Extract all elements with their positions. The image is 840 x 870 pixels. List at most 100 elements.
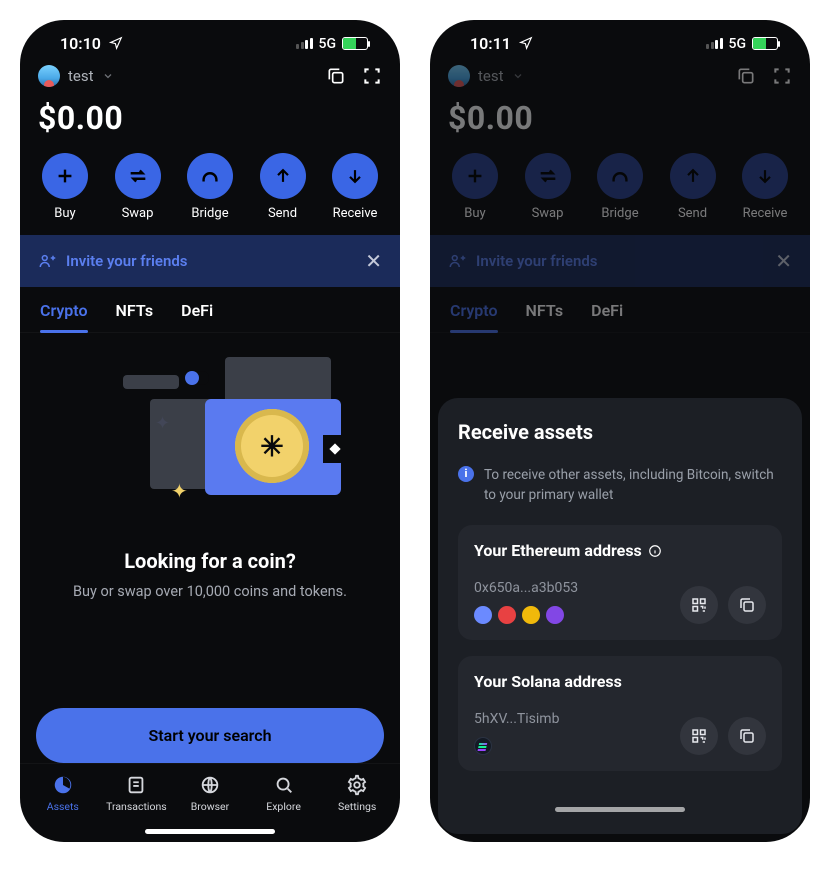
network-label: 5G: [729, 36, 747, 52]
start-search-button[interactable]: Start your search: [36, 708, 384, 763]
nav-settings[interactable]: Settings: [325, 774, 389, 813]
scan-icon[interactable]: [362, 66, 382, 86]
tab-crypto[interactable]: Crypto: [450, 301, 498, 332]
battery-icon: [342, 37, 368, 50]
action-label: Buy: [54, 206, 75, 221]
nav-transactions[interactable]: Transactions: [104, 774, 168, 813]
action-label: Buy: [464, 206, 485, 221]
qr-button[interactable]: [680, 717, 718, 755]
status-bar: 10:11 5G: [430, 20, 810, 55]
account-name: test: [478, 67, 504, 85]
account-selector[interactable]: test: [38, 65, 114, 87]
card-title: Your Solana address: [474, 672, 622, 691]
receive-button[interactable]: Receive: [324, 153, 386, 221]
copy-icon[interactable]: [736, 66, 756, 86]
avalanche-icon: [498, 606, 516, 624]
tab-crypto[interactable]: Crypto: [40, 301, 88, 332]
send-button[interactable]: Send: [662, 153, 724, 221]
scan-icon[interactable]: [772, 66, 792, 86]
home-indicator[interactable]: [145, 829, 275, 834]
swap-button[interactable]: Swap: [107, 153, 169, 221]
tab-defi[interactable]: DeFi: [591, 301, 623, 332]
qr-button[interactable]: [680, 586, 718, 624]
invite-icon: [448, 252, 466, 270]
nav-label: Browser: [191, 800, 229, 813]
send-button[interactable]: Send: [252, 153, 314, 221]
close-icon[interactable]: ✕: [775, 249, 792, 273]
receive-sheet: Receive assets i To receive other assets…: [438, 398, 802, 834]
banner-text: Invite your friends: [66, 252, 188, 270]
empty-title: Looking for a coin?: [124, 549, 296, 573]
address-value: 0x650a...a3b053: [474, 580, 578, 596]
action-label: Swap: [122, 206, 154, 221]
close-icon[interactable]: ✕: [365, 249, 382, 273]
info-icon: i: [458, 466, 474, 482]
bridge-button[interactable]: Bridge: [179, 153, 241, 221]
account-selector[interactable]: test: [448, 65, 524, 87]
wallet-illustration: ✳ ✦ ✦: [85, 357, 335, 527]
tabs: Crypto NFTs DeFi: [20, 287, 400, 333]
bridge-button[interactable]: Bridge: [589, 153, 651, 221]
account-name: test: [68, 67, 94, 85]
swap-button[interactable]: Swap: [517, 153, 579, 221]
action-label: Receive: [743, 206, 788, 221]
action-label: Receive: [333, 206, 378, 221]
action-label: Send: [268, 206, 297, 221]
phone-receive-sheet: 10:11 5G test $0.00 Buy Swap Bridge Sen: [430, 20, 810, 842]
solana-icon: [474, 737, 492, 755]
address-value: 5hXV...Tisimb: [474, 711, 559, 727]
status-time: 10:11: [470, 34, 533, 53]
balance: $0.00: [430, 93, 810, 149]
tab-defi[interactable]: DeFi: [181, 301, 213, 332]
avatar: [448, 65, 470, 87]
ethereum-icon: [474, 606, 492, 624]
nav-label: Assets: [47, 800, 79, 813]
balance: $0.00: [20, 93, 400, 149]
nav-explore[interactable]: Explore: [252, 774, 316, 813]
status-time: 10:10: [60, 34, 123, 53]
signal-icon: [706, 38, 723, 49]
info-icon[interactable]: [648, 544, 662, 558]
buy-button[interactable]: Buy: [34, 153, 96, 221]
bnb-icon: [522, 606, 540, 624]
chevron-down-icon: [102, 70, 114, 82]
buy-button[interactable]: Buy: [444, 153, 506, 221]
nav-label: Settings: [338, 800, 376, 813]
info-note: i To receive other assets, including Bit…: [458, 466, 782, 505]
action-label: Bridge: [601, 206, 638, 221]
network-chips: [474, 737, 559, 755]
avatar: [38, 65, 60, 87]
address-card-ethereum[interactable]: Your Ethereum address 0x650a...a3b053: [458, 525, 782, 640]
bottom-nav: Assets Transactions Browser Explore Sett…: [20, 763, 400, 819]
nav-browser[interactable]: Browser: [178, 774, 242, 813]
action-label: Swap: [532, 206, 564, 221]
chevron-down-icon: [512, 70, 524, 82]
copy-button[interactable]: [728, 717, 766, 755]
action-row: Buy Swap Bridge Send Receive: [20, 149, 400, 233]
copy-icon[interactable]: [326, 66, 346, 86]
address-card-solana[interactable]: Your Solana address 5hXV...Tisimb: [458, 656, 782, 771]
banner-text: Invite your friends: [476, 252, 598, 270]
invite-banner[interactable]: Invite your friends ✕: [20, 235, 400, 287]
action-label: Bridge: [191, 206, 228, 221]
empty-subtitle: Buy or swap over 10,000 coins and tokens…: [73, 583, 347, 600]
network-label: 5G: [319, 36, 337, 52]
invite-banner[interactable]: Invite your friends ✕: [430, 235, 810, 287]
card-title: Your Ethereum address: [474, 541, 642, 560]
polygon-icon: [546, 606, 564, 624]
battery-icon: [752, 37, 778, 50]
network-chips: [474, 606, 578, 624]
action-label: Send: [678, 206, 707, 221]
phone-assets-screen: 10:10 5G test $0.00 Buy: [20, 20, 400, 842]
sheet-title: Receive assets: [458, 420, 782, 444]
nav-label: Transactions: [106, 800, 167, 813]
signal-icon: [296, 38, 313, 49]
home-indicator[interactable]: [555, 807, 685, 812]
tab-nfts[interactable]: NFTs: [116, 301, 154, 332]
tab-nfts[interactable]: NFTs: [526, 301, 564, 332]
action-row: Buy Swap Bridge Send Receive: [430, 149, 810, 233]
nav-assets[interactable]: Assets: [31, 774, 95, 813]
receive-button[interactable]: Receive: [734, 153, 796, 221]
empty-state: ✳ ✦ ✦ Looking for a coin? Buy or swap ov…: [20, 333, 400, 680]
copy-button[interactable]: [728, 586, 766, 624]
